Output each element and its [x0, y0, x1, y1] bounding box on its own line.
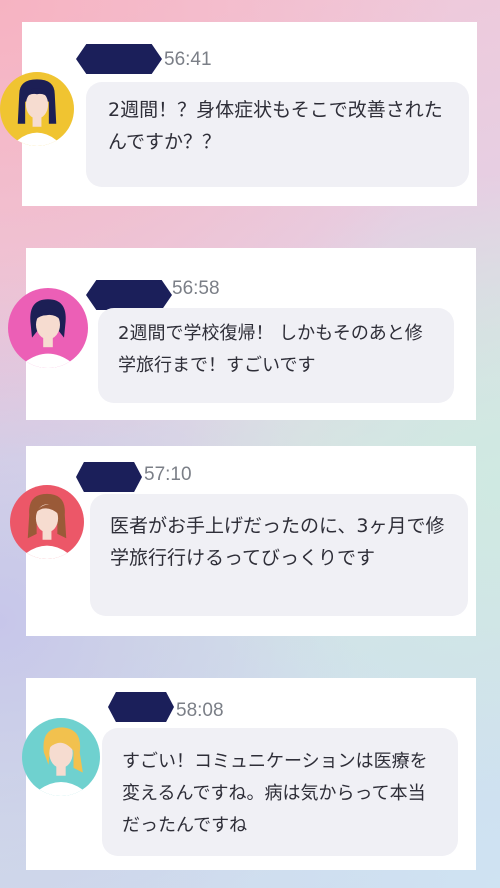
user-avatar: [0, 72, 74, 146]
user-avatar: [10, 485, 84, 559]
woman-brown-hair-icon: [23, 493, 71, 559]
comment-bubble: 2週間で学校復帰！ しかもそのあと修学旅行まで！すごいです: [98, 308, 454, 403]
comment-card: 56:58 2週間で学校復帰！ しかもそのあと修学旅行まで！すごいです: [26, 248, 476, 420]
comment-text: 2週間！？身体症状もそこで改善されたんですか？？: [108, 99, 443, 153]
comment-card: 57:10 医者がお手上げだったのに、3ヶ月で修学旅行行けるってびっくりです: [26, 446, 476, 636]
woman-blonde-hair-icon: [36, 727, 86, 796]
comment-bubble: すごい！コミュニケーションは医療を変えるんですね。病は気からって本当だったんです…: [102, 728, 458, 856]
user-avatar: [22, 718, 100, 796]
redacted-username: [76, 462, 142, 492]
comment-timestamp: 56:58: [172, 278, 220, 299]
comment-timestamp: 57:10: [144, 464, 192, 485]
comment-timestamp: 58:08: [176, 700, 224, 721]
comment-timestamp: 56:41: [164, 49, 212, 70]
woman-navy-hair-icon: [22, 299, 74, 368]
woman-dark-hair-icon: [14, 79, 60, 146]
comment-bubble: 2週間！？身体症状もそこで改善されたんですか？？: [86, 82, 469, 187]
comment-text: 2週間で学校復帰！ しかもそのあと修学旅行まで！すごいです: [118, 323, 423, 376]
redacted-username: [76, 44, 162, 74]
redacted-username: [86, 280, 172, 310]
comment-bubble: 医者がお手上げだったのに、3ヶ月で修学旅行行けるってびっくりです: [90, 494, 468, 616]
comment-card: 56:41 2週間！？身体症状もそこで改善されたんですか？？: [22, 22, 477, 206]
user-avatar: [8, 288, 88, 368]
redacted-username: [108, 692, 174, 722]
comment-text: 医者がお手上げだったのに、3ヶ月で修学旅行行けるってびっくりです: [110, 515, 445, 569]
comment-text: すごい！コミュニケーションは医療を変えるんですね。病は気からって本当だったんです…: [122, 751, 428, 836]
